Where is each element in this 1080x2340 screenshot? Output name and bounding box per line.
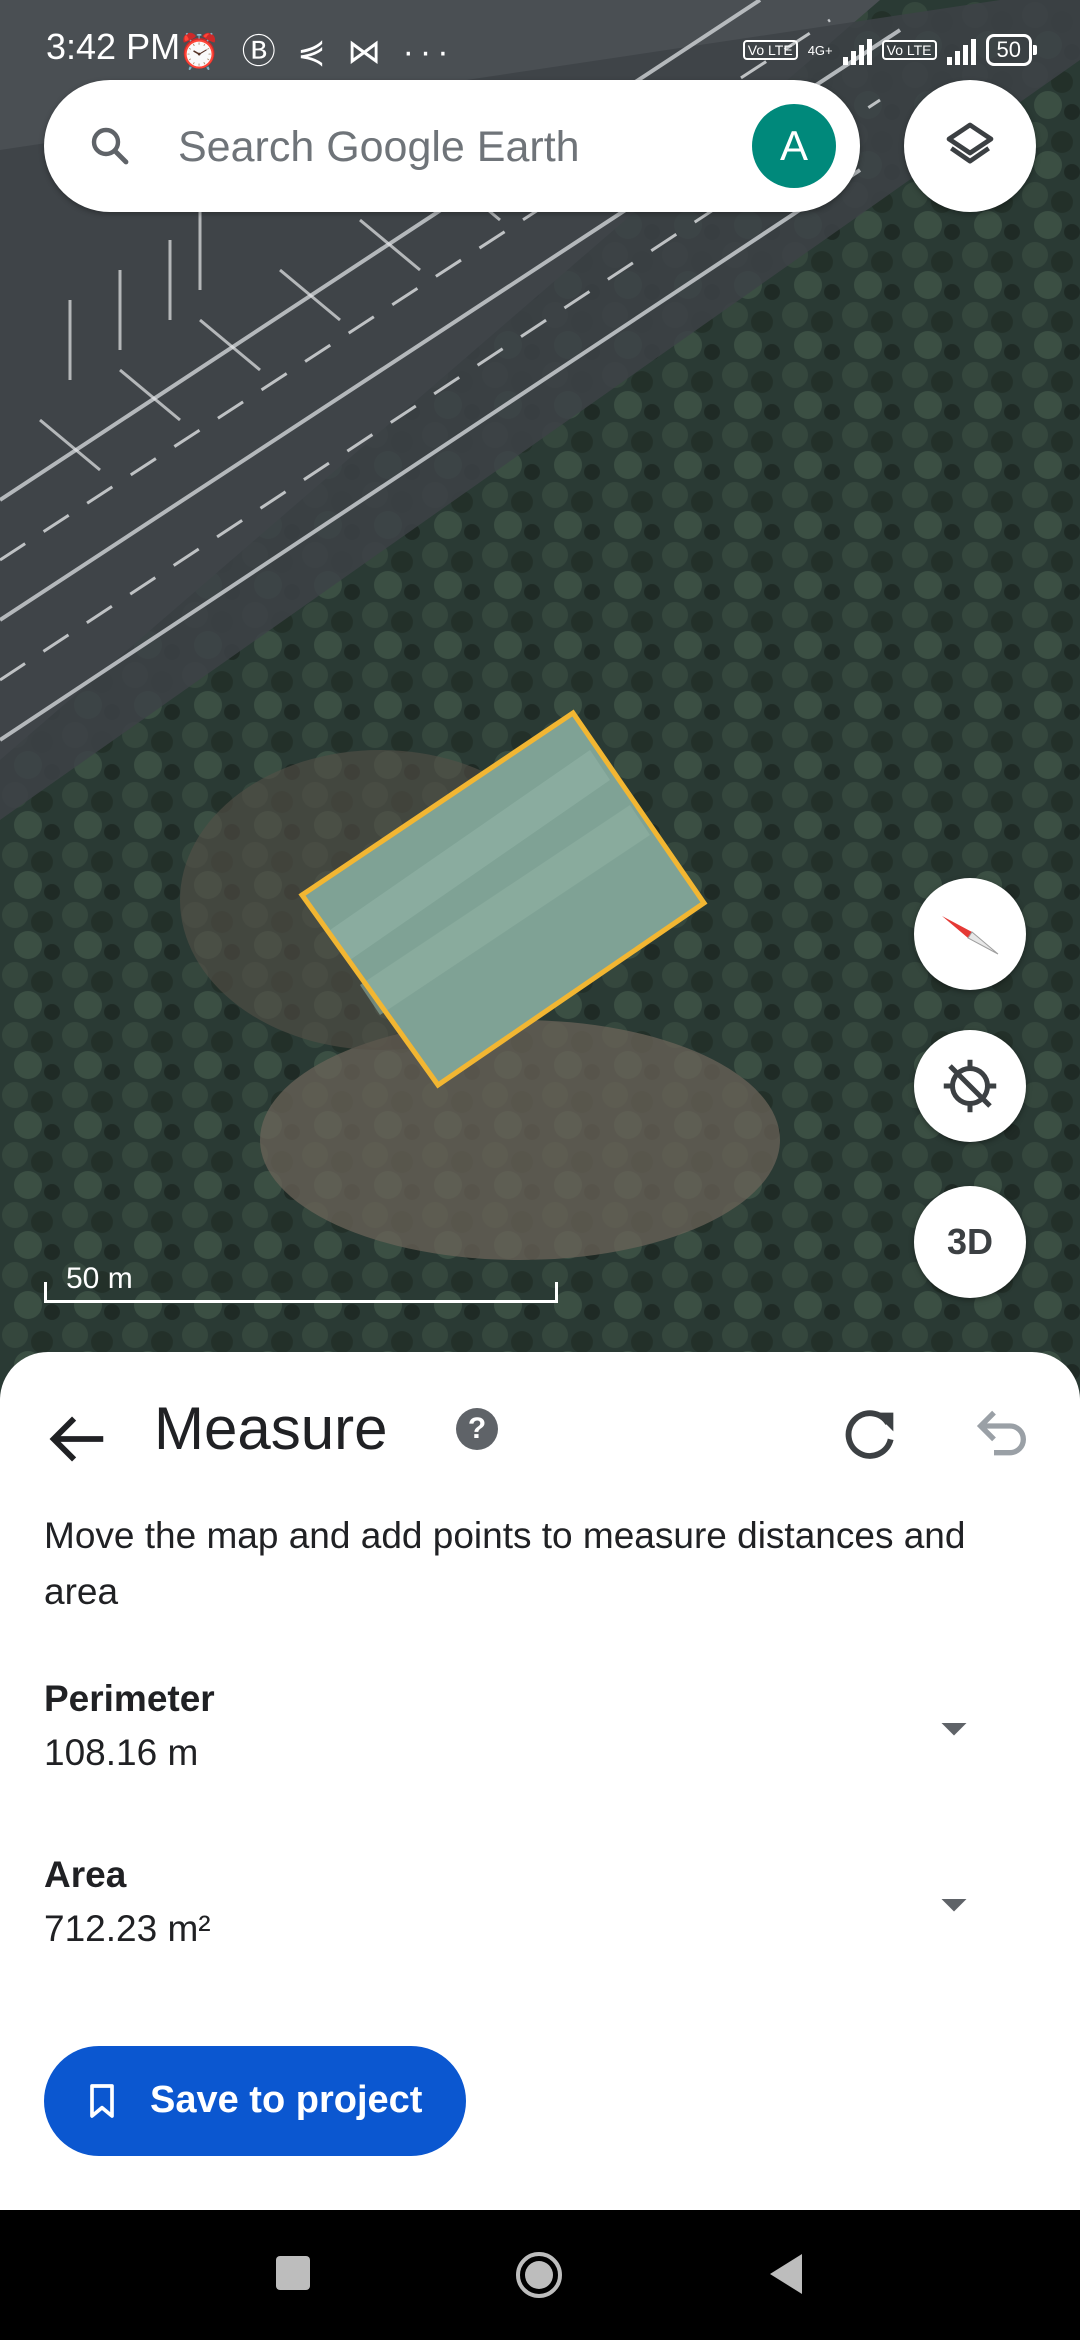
network-type: 4G+ xyxy=(807,42,833,58)
redo-icon[interactable] xyxy=(840,1402,904,1466)
perimeter-value: 108.16 m xyxy=(44,1732,199,1773)
area-value: 712.23 m² xyxy=(44,1908,211,1949)
layers-icon xyxy=(946,122,994,164)
area-label: Area xyxy=(44,1854,127,1895)
status-time: 3:42 PM xyxy=(46,26,181,67)
3d-toggle-button[interactable]: 3D xyxy=(914,1186,1026,1298)
battery-icon: 50 xyxy=(985,34,1038,66)
arrow-drop-down-icon[interactable] xyxy=(924,1698,984,1758)
undo-icon[interactable] xyxy=(970,1402,1034,1466)
compass-button[interactable] xyxy=(914,878,1026,990)
search-input[interactable] xyxy=(176,114,740,180)
measure-sheet: Measure ? Move the map and add points to… xyxy=(0,1352,1080,2210)
recents-icon[interactable] xyxy=(276,2256,310,2290)
instructions-text: Move the map and add points to measure d… xyxy=(44,1515,966,1612)
location-off-icon xyxy=(943,1059,997,1113)
arrow-drop-down-icon[interactable] xyxy=(924,1874,984,1934)
map-scale: 50 m xyxy=(44,1262,558,1303)
home-icon[interactable] xyxy=(514,2250,564,2300)
arrow-back-icon[interactable] xyxy=(42,1404,112,1474)
compass-icon xyxy=(942,916,999,955)
help-icon[interactable]: ? xyxy=(456,1408,498,1450)
bookmark-icon xyxy=(90,2084,114,2118)
search-bar[interactable]: A xyxy=(44,80,860,212)
volte-badge-2: Vo LTE xyxy=(881,40,937,60)
layers-button[interactable] xyxy=(904,80,1036,212)
perimeter-label: Perimeter xyxy=(44,1678,215,1719)
back-icon[interactable] xyxy=(766,2252,806,2296)
save-to-project-label: Save to project xyxy=(150,2079,423,2121)
signal-icon-2 xyxy=(946,35,976,65)
page-title: Measure xyxy=(154,1395,388,1462)
volte-badge-1: Vo LTE xyxy=(742,40,798,60)
signal-icon-1 xyxy=(842,35,872,65)
perimeter-row[interactable]: Perimeter 108.16 m xyxy=(44,1678,1044,1788)
scale-line xyxy=(44,1282,558,1303)
system-nav-bar xyxy=(0,2210,1080,2340)
search-icon xyxy=(91,127,129,165)
account-avatar[interactable]: A xyxy=(752,104,836,188)
status-right-group: Vo LTE 4G+ Vo LTE 50 xyxy=(742,30,1038,70)
notification-icons: ⏰ Ⓑ ⋞ ⋈ ··· xyxy=(178,33,455,71)
my-location-button[interactable] xyxy=(914,1030,1026,1142)
area-row[interactable]: Area 712.23 m² xyxy=(44,1854,1044,1964)
save-to-project-button[interactable]: Save to project xyxy=(44,2046,466,2156)
